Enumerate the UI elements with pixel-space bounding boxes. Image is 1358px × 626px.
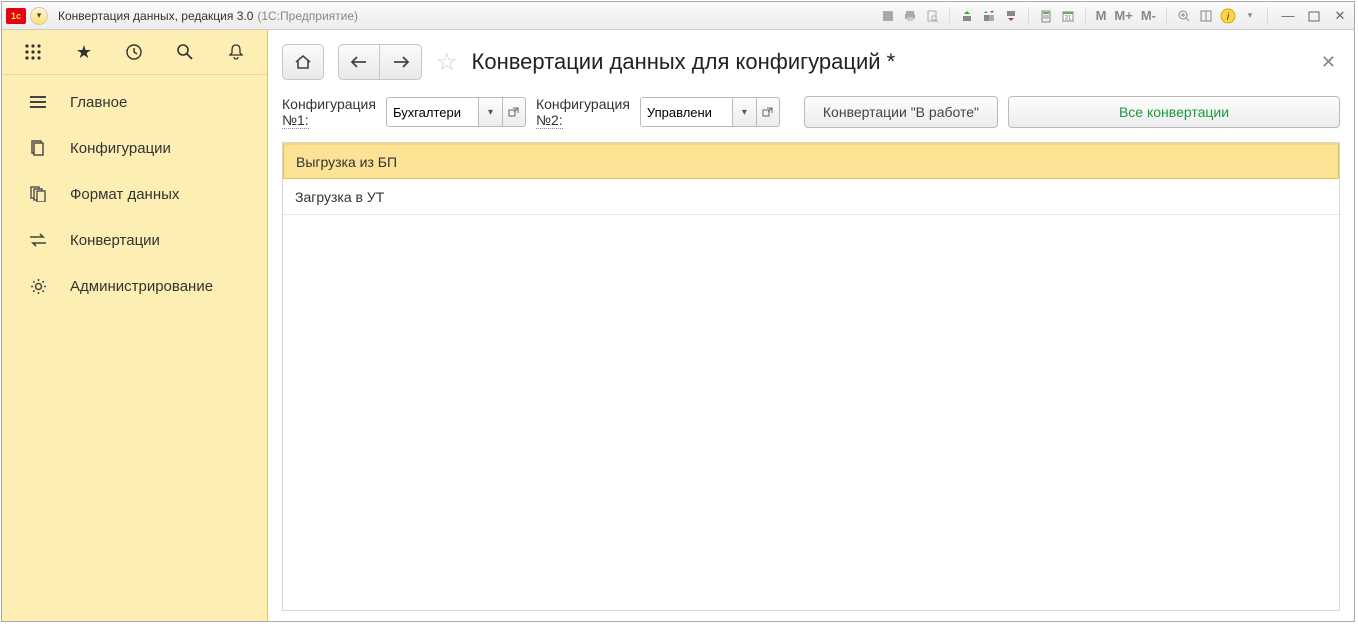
conversions-in-work-button[interactable]: Конвертации "В работе" xyxy=(804,96,998,128)
config1-combo: ▾ xyxy=(386,97,526,127)
save-icon[interactable] xyxy=(879,7,897,25)
sidebar-item-conversions[interactable]: Конвертации xyxy=(2,217,267,263)
page-header: ☆ Конвертации данных для конфигураций * … xyxy=(282,44,1340,80)
info-icon[interactable]: i xyxy=(1219,7,1237,25)
titlebar: 1c ▾ Конвертация данных, редакция 3.0 (1… xyxy=(2,2,1354,30)
calculator-icon[interactable] xyxy=(1037,7,1055,25)
sidebar-item-main[interactable]: Главное xyxy=(2,79,267,125)
home-button[interactable] xyxy=(282,44,324,80)
app-logo-icon: 1c xyxy=(6,8,26,24)
app-window: 1c ▾ Конвертация данных, редакция 3.0 (1… xyxy=(1,1,1355,622)
sidebar-item-administration[interactable]: Администрирование xyxy=(2,263,267,309)
documents-icon xyxy=(28,186,48,202)
config2-dropdown-button[interactable]: ▾ xyxy=(732,97,756,127)
sidebar-item-label: Конфигурации xyxy=(70,140,171,157)
titlebar-toolbar: 31 М М+ М- i ▾ — ✕ xyxy=(879,6,1350,26)
table-row[interactable]: Загрузка в УТ xyxy=(283,179,1339,215)
window-subtitle: (1С:Предприятие) xyxy=(257,9,358,23)
minimize-button[interactable]: — xyxy=(1278,6,1298,26)
all-conversions-button[interactable]: Все конвертации xyxy=(1008,96,1340,128)
preview-icon[interactable] xyxy=(923,7,941,25)
close-button[interactable]: ✕ xyxy=(1330,6,1350,26)
apps-icon[interactable] xyxy=(19,38,47,66)
conversions-table: Выгрузка из БП Загрузка в УТ xyxy=(282,142,1340,611)
system-menu-button[interactable]: ▾ xyxy=(30,7,48,25)
config1-input[interactable] xyxy=(386,97,478,127)
config2-open-button[interactable] xyxy=(756,97,780,127)
memory-mplus-button[interactable]: М+ xyxy=(1112,8,1134,23)
sidebar-toolbar: ★ xyxy=(2,30,267,75)
config1-dropdown-button[interactable]: ▾ xyxy=(478,97,502,127)
config1-label: Конфигурация №1: xyxy=(282,96,376,128)
svg-text:31: 31 xyxy=(1064,15,1071,21)
sidebar-item-label: Формат данных xyxy=(70,186,179,203)
panels-icon[interactable] xyxy=(1197,7,1215,25)
config2-combo: ▾ xyxy=(640,97,780,127)
sidebar-nav: Главное Конфигурации Формат данных Конве… xyxy=(2,75,267,309)
sidebar-item-label: Администрирование xyxy=(70,278,213,295)
sidebar-item-configurations[interactable]: Конфигурации xyxy=(2,125,267,171)
memory-mminus-button[interactable]: М- xyxy=(1139,8,1158,23)
maximize-button[interactable] xyxy=(1304,6,1324,26)
download-icon[interactable] xyxy=(1002,7,1020,25)
back-button[interactable] xyxy=(338,44,380,80)
search-icon[interactable] xyxy=(171,38,199,66)
history-icon[interactable] xyxy=(120,38,148,66)
print-icon[interactable] xyxy=(901,7,919,25)
dropdown-icon[interactable]: ▾ xyxy=(1241,7,1259,25)
table-row[interactable]: Выгрузка из БП xyxy=(283,143,1339,179)
favorite-star-icon[interactable]: ☆ xyxy=(436,48,458,77)
window-title: Конвертация данных, редакция 3.0 xyxy=(58,9,253,23)
gear-icon xyxy=(28,278,48,295)
favorites-icon[interactable]: ★ xyxy=(70,38,98,66)
row-label: Выгрузка из БП xyxy=(296,154,397,170)
config2-input[interactable] xyxy=(640,97,732,127)
filter-row: Конфигурация №1: ▾ Конфигурация №2: ▾ xyxy=(282,96,1340,128)
page-title: Конвертации данных для конфигураций * xyxy=(472,49,896,75)
row-label: Загрузка в УТ xyxy=(295,189,384,205)
page-close-button[interactable]: ✕ xyxy=(1321,52,1340,73)
forward-button[interactable] xyxy=(380,44,422,80)
compare-icon[interactable] xyxy=(980,7,998,25)
exchange-icon xyxy=(28,233,48,247)
document-icon xyxy=(28,140,48,156)
upload-icon[interactable] xyxy=(958,7,976,25)
zoom-icon[interactable] xyxy=(1175,7,1193,25)
content-area: ☆ Конвертации данных для конфигураций * … xyxy=(268,30,1354,621)
calendar-icon[interactable]: 31 xyxy=(1059,7,1077,25)
config1-open-button[interactable] xyxy=(502,97,526,127)
list-icon xyxy=(28,95,48,109)
sidebar-item-label: Главное xyxy=(70,94,127,111)
config2-label: Конфигурация №2: xyxy=(536,96,630,128)
sidebar-item-label: Конвертации xyxy=(70,232,160,249)
memory-m-button[interactable]: М xyxy=(1094,8,1109,23)
sidebar-item-data-format[interactable]: Формат данных xyxy=(2,171,267,217)
bell-icon[interactable] xyxy=(222,38,250,66)
sidebar: ★ Главное Конфигурации Формат данных xyxy=(2,30,268,621)
